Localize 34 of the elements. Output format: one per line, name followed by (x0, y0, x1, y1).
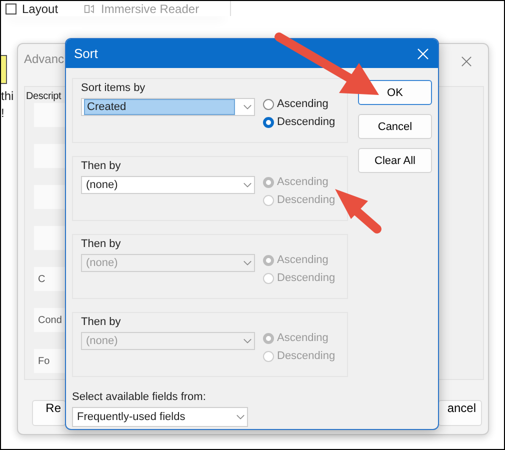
dropdown-value: (none) (85, 256, 119, 270)
chevron-icon (243, 338, 252, 344)
radio-option[interactable]: Ascending (263, 98, 336, 110)
arrow (335, 189, 382, 234)
document-text: thi (1, 89, 14, 103)
dropdown-value: (none) (85, 334, 119, 348)
speaker-icon (84, 2, 96, 14)
highlight-mark (1, 55, 7, 84)
group-label: Then by (81, 238, 122, 250)
chevron-icon (243, 260, 252, 266)
fields-dropdown[interactable]: Frequently-used fields (72, 407, 248, 427)
radio-option[interactable]: Descending (263, 116, 336, 128)
dialog-title: Sort (74, 46, 98, 61)
dialog-button[interactable]: Clear All (358, 148, 432, 173)
footer-button[interactable]: Re (32, 400, 66, 426)
document-text: ! (1, 106, 6, 120)
dropdown-value: Created (84, 99, 235, 115)
chevron-icon (243, 104, 252, 110)
fields-label: Select available fields from: (72, 391, 207, 403)
close-icon[interactable] (461, 56, 472, 67)
dialog-button[interactable]: Cancel (358, 114, 432, 139)
footer-button[interactable]: ancel (438, 400, 482, 426)
group-label: Sort items by (81, 82, 146, 94)
layout-icon (5, 2, 17, 14)
chevron-icon (236, 414, 245, 420)
group-label: Then by (81, 160, 122, 172)
ribbon-tab[interactable]: Layout (5, 1, 58, 16)
field-dropdown[interactable]: Created (81, 98, 255, 116)
dropdown-value: (none) (85, 178, 119, 192)
panel-label: Descript (26, 91, 62, 102)
field-dropdown[interactable]: (none) (81, 176, 255, 194)
chevron-icon (243, 182, 252, 188)
dialog-title: Advanc (24, 52, 66, 66)
group-label: Then by (81, 316, 122, 328)
